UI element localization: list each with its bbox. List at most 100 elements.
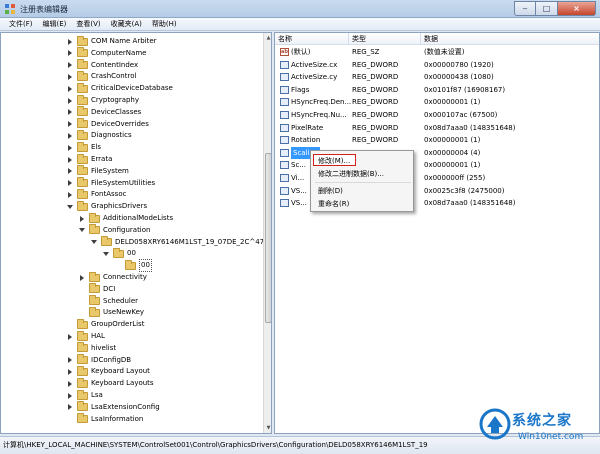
menu-item-modify[interactable]: 修改(M)... [313,154,356,166]
collapsed-arrow-icon[interactable] [67,380,73,387]
menu-item-delete[interactable]: 删除(D) [311,185,415,197]
tree-node[interactable]: ComputerName [67,47,146,59]
tree-node[interactable]: 00 [103,247,136,259]
menu-file[interactable]: 文件(F) [4,18,38,30]
scroll-up-arrow-icon[interactable]: ▲ [265,34,271,42]
tree-node[interactable]: Keyboard Layout [67,365,150,377]
menu-help[interactable]: 帮助(H) [147,18,182,30]
tree-node[interactable]: GraphicsDrivers [67,200,147,212]
column-type[interactable]: 类型 [349,33,421,45]
binary-value-icon [280,60,289,69]
value-name: HSyncFreq.Den... [291,98,352,107]
value-row[interactable]: ab (默认) REG_SZ (数值未设置) [275,46,599,58]
tree-node[interactable]: DCI [79,283,115,295]
tree-node[interactable]: AdditionalModeLists [79,212,174,224]
tree-node[interactable]: FileSystem [67,165,129,177]
tree-node[interactable]: HAL [67,330,105,342]
menu-item-modify-binary[interactable]: 修改二进制数据(B)... [311,168,415,180]
tree-node[interactable]: Configuration [79,224,150,236]
scroll-thumb[interactable] [265,153,271,323]
value-row[interactable]: Rotation REG_DWORD 0x00000001 (1) [275,134,599,146]
collapsed-arrow-icon[interactable] [67,121,73,128]
tree-node[interactable]: UseNewKey [79,306,145,318]
scroll-down-arrow-icon[interactable]: ▼ [265,424,271,432]
collapsed-arrow-icon[interactable] [67,168,73,175]
tree-node[interactable]: Scheduler [79,295,138,307]
value-row[interactable]: ActiveSize.cy REG_DWORD 0x00000438 (1080) [275,71,599,83]
tree-node[interactable]: DeviceClasses [67,106,141,118]
value-name: HSyncFreq.Nu... [291,111,347,119]
value-row[interactable]: PixelRate REG_DWORD 0x08d7aaa0 (148351648) [275,122,599,134]
tree-node[interactable]: Lsa [67,389,103,401]
expanded-arrow-icon[interactable] [103,251,109,257]
tree-node[interactable]: Errata [67,153,112,165]
tree-vertical-scrollbar[interactable]: ▲ ▼ [263,33,271,433]
menu-item-rename[interactable]: 重命名(R) [311,198,415,210]
tree-node[interactable]: IDConfigDB [67,354,131,366]
tree-node[interactable]: FontAssoc [67,188,127,200]
collapsed-arrow-icon[interactable] [67,85,73,92]
collapsed-arrow-icon[interactable] [67,368,73,375]
collapsed-arrow-icon[interactable] [67,50,73,57]
value-type: REG_DWORD [352,123,399,132]
close-button[interactable]: × [558,1,596,16]
tree-node[interactable]: DeviceOverrides [67,118,149,130]
tree-node-label: FontAssoc [91,190,127,199]
collapsed-arrow-icon[interactable] [67,38,73,45]
tree-node-label: hivelist [91,343,117,352]
tree-node-label: AdditionalModeLists [103,214,174,222]
tree-node[interactable]: Cryptography [67,94,139,106]
value-row[interactable]: HSyncFreq.Den... REG_DWORD 0x00000001 (1) [275,96,599,108]
tree-node-label: Diagnostics [91,131,132,140]
expanded-arrow-icon[interactable] [91,239,97,245]
tree-node[interactable]: Keyboard Layouts [67,377,154,389]
collapsed-arrow-icon[interactable] [67,191,73,198]
tree-node[interactable]: FileSystemUtilities [67,177,155,189]
collapsed-arrow-icon[interactable] [67,404,73,411]
value-row[interactable]: Flags REG_DWORD 0x0101f87 (16908167) [275,84,599,96]
column-data[interactable]: 数据 [421,33,599,45]
collapsed-arrow-icon[interactable] [67,180,73,187]
maximize-button[interactable]: □ [536,1,558,16]
collapsed-arrow-icon[interactable] [67,109,73,116]
collapsed-arrow-icon[interactable] [67,333,73,340]
menu-edit[interactable]: 编辑(E) [38,18,72,30]
collapsed-arrow-icon[interactable] [67,156,73,163]
collapsed-arrow-icon[interactable] [79,274,85,281]
registry-tree-pane[interactable]: COM Name Arbiter ComputerName ContentIndex… [0,32,272,434]
column-name[interactable]: 名称 [275,33,349,45]
menu-view[interactable]: 查看(V) [71,18,105,30]
tree-node[interactable]: LsaInformation [67,413,143,425]
menu-favorites[interactable]: 收藏夹(A) [106,18,147,30]
collapsed-arrow-icon[interactable] [67,132,73,139]
collapsed-arrow-icon[interactable] [79,215,85,222]
expanded-arrow-icon[interactable] [67,204,73,210]
collapsed-arrow-icon[interactable] [67,392,73,399]
tree-node[interactable]: Els [67,141,101,153]
collapsed-arrow-icon[interactable] [67,73,73,80]
collapsed-arrow-icon[interactable] [67,97,73,104]
value-row[interactable]: ActiveSize.cx REG_DWORD 0x00000780 (1920) [275,59,599,71]
tree-node[interactable]: hivelist [67,342,117,354]
tree-node[interactable]: LsaExtensionConfig [67,401,160,413]
registry-values-pane[interactable]: 名称 类型 数据 ab (默认) REG_SZ (数值未设置) ActiveSize.c… [274,32,600,434]
collapsed-arrow-icon[interactable] [67,144,73,151]
tree-node[interactable]: CriticalDeviceDatabase [67,82,173,94]
value-data: 0x0101f87 (16908167) [424,85,506,94]
tree-node[interactable]: 00 [115,259,152,273]
tree-node[interactable]: Diagnostics [67,129,132,141]
collapsed-arrow-icon[interactable] [67,357,73,364]
minimize-button[interactable]: ‒ [514,1,536,16]
expanded-arrow-icon[interactable] [79,227,85,233]
tree-node-label: UseNewKey [103,308,145,317]
tree-node[interactable]: COM Name Arbiter [67,35,157,47]
tree-node[interactable]: DELD058XRY6146M1LST_19_07DE_2C^47BC [91,236,271,248]
tree-node[interactable]: ContentIndex [67,59,138,71]
value-row[interactable]: HSyncFreq.Nu... REG_DWORD 0x000107ac (6750… [275,109,599,121]
collapsed-arrow-icon[interactable] [67,62,73,69]
folder-icon [77,354,88,365]
window-controls: ‒ □ × [514,1,596,16]
tree-node[interactable]: Connectivity [79,271,147,283]
tree-node[interactable]: CrashControl [67,70,136,82]
tree-node[interactable]: GroupOrderList [67,318,144,330]
